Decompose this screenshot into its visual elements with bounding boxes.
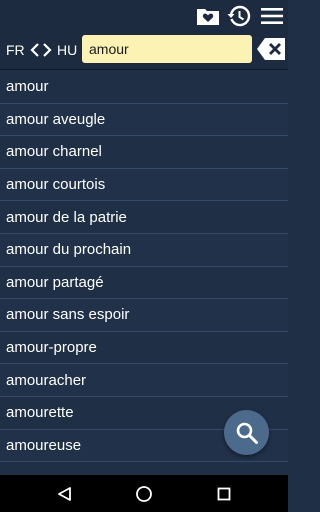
list-item[interactable]: amour du prochain xyxy=(0,233,288,267)
history-icon[interactable] xyxy=(227,4,251,28)
swap-arrows-icon[interactable] xyxy=(28,41,54,59)
list-item[interactable]: amour charnel xyxy=(0,136,288,169)
list-item[interactable]: amour partagé xyxy=(0,266,288,300)
top-toolbar xyxy=(0,0,288,32)
list-item[interactable]: amour aveugle xyxy=(0,103,288,137)
list-item[interactable]: amour de la patrie xyxy=(0,201,288,234)
list-item[interactable]: amour courtois xyxy=(0,168,288,202)
recents-icon[interactable] xyxy=(214,484,234,504)
list-item[interactable]: amour-propre xyxy=(0,331,288,365)
favorites-icon[interactable] xyxy=(196,4,220,28)
back-icon[interactable] xyxy=(55,484,75,504)
system-navigation-bar xyxy=(0,475,288,512)
search-input[interactable] xyxy=(82,35,252,63)
list-item[interactable]: amour xyxy=(0,71,288,104)
target-language[interactable]: HU xyxy=(57,41,77,59)
list-item[interactable]: amour sans espoir xyxy=(0,299,288,332)
search-field[interactable] xyxy=(82,35,252,63)
source-language[interactable]: FR xyxy=(6,41,25,59)
search-fab-button[interactable] xyxy=(224,410,269,455)
menu-icon[interactable] xyxy=(260,4,284,28)
backspace-clear-icon[interactable] xyxy=(256,37,286,61)
search-icon xyxy=(236,422,258,444)
list-item[interactable]: amouracher xyxy=(0,364,288,397)
home-icon[interactable] xyxy=(134,484,154,504)
